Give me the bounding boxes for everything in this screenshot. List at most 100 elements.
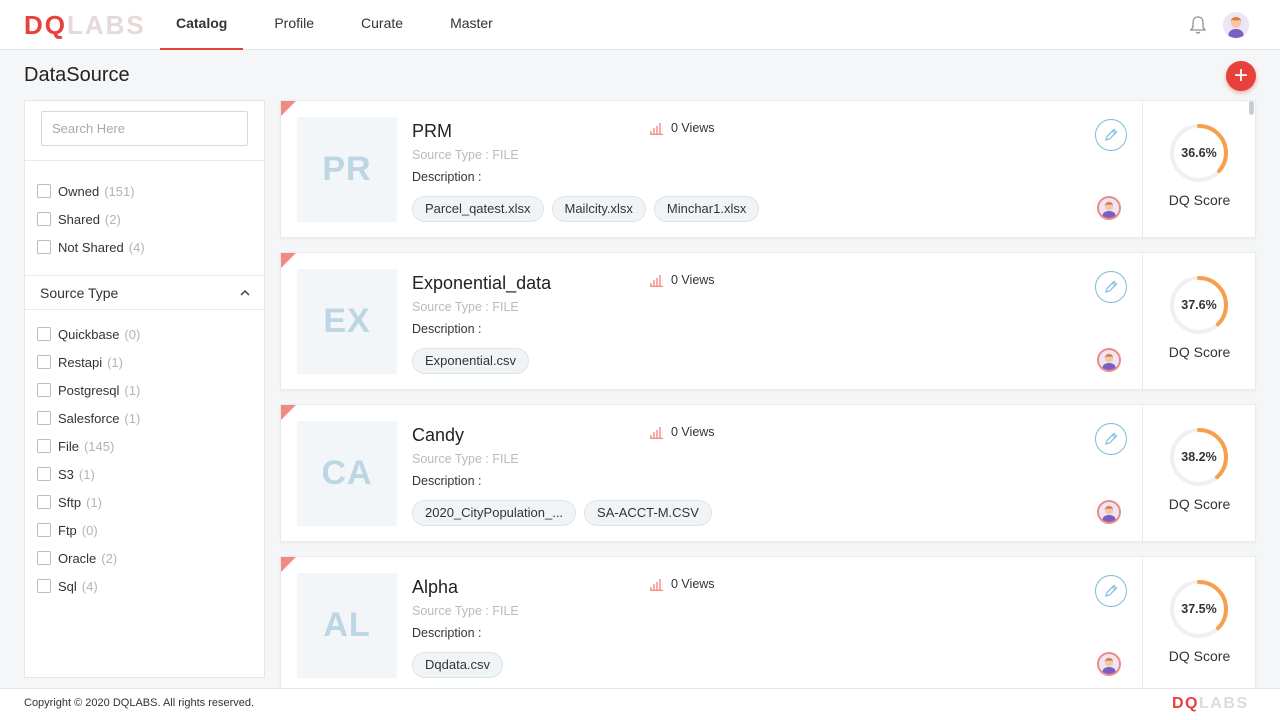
datasource-title[interactable]: Candy	[412, 425, 464, 446]
edit-button[interactable]	[1095, 119, 1127, 151]
checkbox[interactable]	[37, 184, 51, 198]
nav-tab-catalog[interactable]: Catalog	[160, 0, 244, 50]
filter-owned[interactable]: Owned (151)	[37, 177, 252, 205]
source-type-label: Source Type : FILE	[412, 148, 519, 162]
datasource-card[interactable]: AL Alpha Source Type : FILE Description …	[280, 556, 1256, 694]
filter-restapi[interactable]: Restapi (1)	[37, 348, 252, 376]
dataset-tag[interactable]: Dqdata.csv	[412, 652, 504, 678]
nav-tab-master[interactable]: Master	[434, 0, 509, 50]
checkbox[interactable]	[37, 495, 51, 509]
bar-chart-icon	[650, 426, 663, 439]
edit-button[interactable]	[1095, 271, 1127, 303]
filter-sql[interactable]: Sql (4)	[37, 572, 252, 600]
checkbox[interactable]	[37, 355, 51, 369]
filter-sidebar: Owned(151) Shared(2) Not Shared(4) Sourc…	[24, 100, 265, 678]
datasource-card[interactable]: EX Exponential_data Source Type : FILE D…	[280, 252, 1256, 390]
checkbox[interactable]	[37, 439, 51, 453]
chevron-up-icon[interactable]	[240, 288, 250, 298]
filter-count: (4)	[81, 578, 98, 594]
bar-chart-icon	[650, 578, 663, 591]
filter-shared[interactable]: Shared (2)	[37, 205, 252, 233]
filter-sftp[interactable]: Sftp (1)	[37, 488, 252, 516]
dataset-tag[interactable]: Minchar1.xlsx	[653, 196, 760, 222]
footer: Copyright © 2020 DQLABS. All rights rese…	[0, 688, 1280, 720]
filter-s3[interactable]: S3 (1)	[37, 460, 252, 488]
description-label: Description :	[412, 626, 482, 640]
checkbox[interactable]	[37, 212, 51, 226]
dataset-tag[interactable]: Mailcity.xlsx	[551, 196, 646, 222]
user-avatar[interactable]	[1223, 12, 1249, 38]
datasource-card[interactable]: PR PRM Source Type : FILE Description : …	[280, 100, 1256, 238]
filter-quickbase[interactable]: Quickbase (0)	[37, 320, 252, 348]
dq-score-label: DQ Score	[1168, 344, 1231, 360]
filter-label: Quickbase	[58, 326, 120, 342]
views-count: 0 Views	[650, 121, 715, 135]
owner-avatar[interactable]	[1097, 500, 1121, 524]
dataset-tag[interactable]: Exponential.csv	[412, 348, 530, 374]
scrollbar-thumb[interactable]	[1249, 101, 1254, 115]
ownership-filters: Owned (151) Shared (2) Not Shared (4)	[25, 161, 264, 276]
owner-avatar[interactable]	[1097, 652, 1121, 676]
dqlabs-logo[interactable]: DQLABS	[24, 10, 146, 41]
nav-tab-curate[interactable]: Curate	[345, 0, 419, 50]
edit-button[interactable]	[1095, 575, 1127, 607]
search-input[interactable]	[41, 111, 248, 146]
dq-score-value: 36.6%	[1181, 146, 1217, 160]
card-corner-marker	[281, 101, 296, 116]
datasource-title[interactable]: Alpha	[412, 577, 458, 598]
pencil-icon	[1105, 432, 1118, 445]
views-text: 0 Views	[671, 425, 715, 439]
dataset-tag[interactable]: 2020_CityPopulation_...	[412, 500, 577, 526]
filter-file[interactable]: File (145)	[37, 432, 252, 460]
filter-label: Sftp	[58, 494, 82, 510]
card-divider	[1142, 101, 1143, 237]
owner-avatar[interactable]	[1097, 348, 1121, 372]
views-text: 0 Views	[671, 577, 715, 591]
filter-not-shared[interactable]: Not Shared (4)	[37, 233, 252, 261]
checkbox[interactable]	[37, 551, 51, 565]
datasource-thumbnail: CA	[297, 421, 397, 526]
filter-count: (1)	[107, 354, 123, 370]
filter-ftp[interactable]: Ftp (0)	[37, 516, 252, 544]
checkbox[interactable]	[37, 523, 51, 537]
filter-label: S3	[58, 466, 74, 482]
datasource-title[interactable]: PRM	[412, 121, 452, 142]
edit-button[interactable]	[1095, 423, 1127, 455]
checkbox[interactable]	[37, 467, 51, 481]
filter-count: (1)	[124, 410, 141, 426]
filter-count: (1)	[86, 494, 103, 510]
nav-tab-profile[interactable]: Profile	[258, 0, 330, 50]
datasource-thumbnail: EX	[297, 269, 397, 374]
description-label: Description :	[412, 322, 482, 336]
filter-label: Salesforce	[58, 410, 120, 426]
card-divider	[1142, 557, 1143, 693]
views-text: 0 Views	[671, 121, 715, 135]
owner-avatar[interactable]	[1097, 196, 1121, 220]
card-corner-marker	[281, 405, 296, 420]
dq-score-value: 37.5%	[1181, 602, 1217, 616]
filter-oracle[interactable]: Oracle (2)	[37, 544, 252, 572]
source-type-header[interactable]: Source Type	[25, 276, 264, 310]
source-type-heading: Source Type	[40, 284, 119, 301]
checkbox[interactable]	[37, 411, 51, 425]
filter-label: File	[58, 438, 79, 454]
datasource-thumbnail: AL	[297, 573, 397, 678]
dataset-tag[interactable]: SA-ACCT-M.CSV	[584, 500, 712, 526]
datasource-thumbnail: PR	[297, 117, 397, 222]
dq-score-label: DQ Score	[1168, 496, 1231, 512]
bell-icon[interactable]	[1189, 15, 1207, 35]
filter-salesforce[interactable]: Salesforce (1)	[37, 404, 252, 432]
checkbox[interactable]	[37, 327, 51, 341]
datasource-card[interactable]: CA Candy Source Type : FILE Description …	[280, 404, 1256, 542]
dataset-tag[interactable]: Parcel_qatest.xlsx	[412, 196, 544, 222]
filter-label: Not Shared	[58, 239, 124, 255]
add-datasource-button[interactable]: +	[1226, 61, 1256, 91]
views-count: 0 Views	[650, 577, 715, 591]
checkbox[interactable]	[37, 579, 51, 593]
checkbox[interactable]	[37, 240, 51, 254]
source-type-label: Source Type : FILE	[412, 452, 519, 466]
datasource-title[interactable]: Exponential_data	[412, 273, 551, 294]
checkbox[interactable]	[37, 383, 51, 397]
pencil-icon	[1105, 280, 1118, 293]
filter-postgresql[interactable]: Postgresql (1)	[37, 376, 252, 404]
